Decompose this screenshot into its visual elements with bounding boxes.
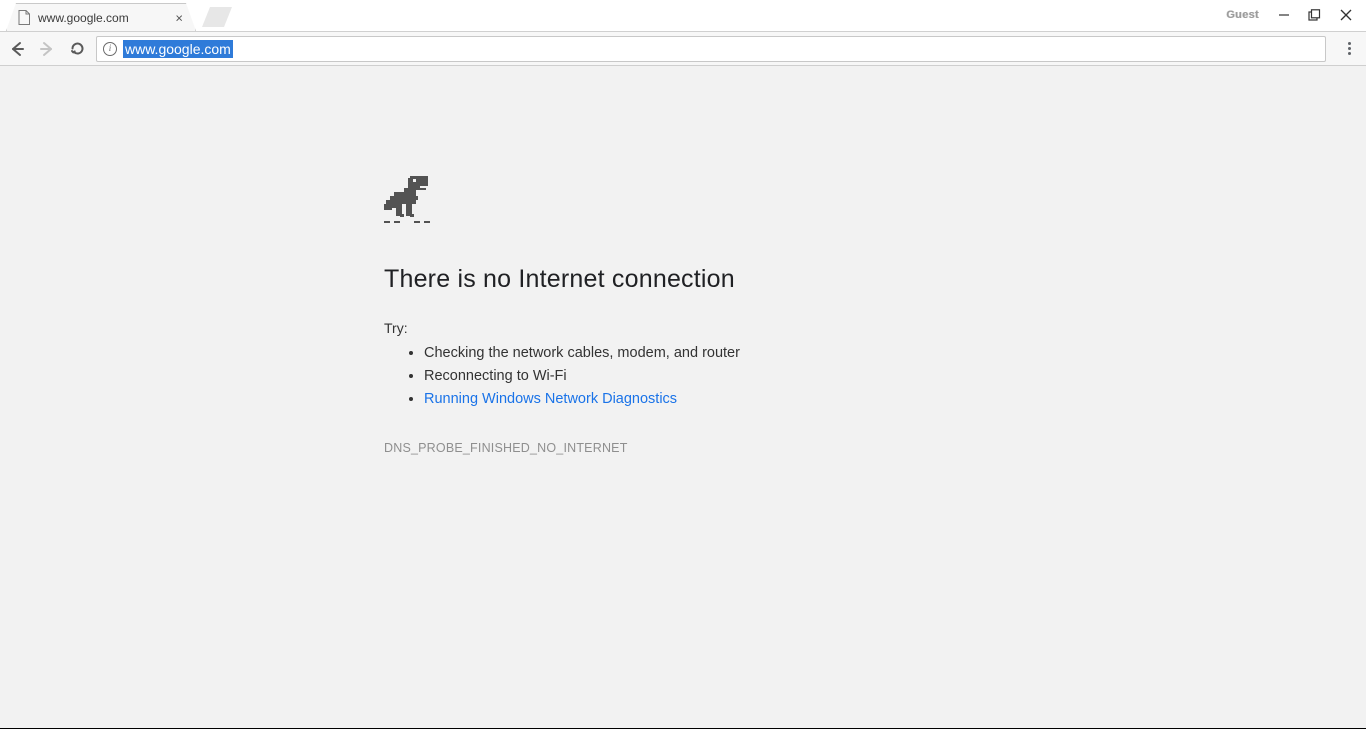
new-tab-button[interactable] (202, 7, 232, 27)
forward-button[interactable] (36, 38, 58, 60)
suggestion-item: Reconnecting to Wi-Fi (424, 365, 984, 388)
file-icon (17, 10, 31, 26)
diagnostics-link[interactable]: Running Windows Network Diagnostics (424, 391, 677, 407)
url-text: www.google.com (123, 41, 233, 57)
suggestion-list: Checking the network cables, modem, and … (384, 342, 984, 411)
minimize-button[interactable] (1277, 9, 1290, 22)
suggestion-item: Running Windows Network Diagnostics (424, 388, 984, 411)
guest-label: Guest (1226, 9, 1259, 21)
try-label: Try: (384, 320, 984, 336)
reload-button[interactable] (66, 38, 88, 60)
toolbar: i www.google.com (0, 32, 1366, 66)
tab-strip: www.google.com × Guest (0, 0, 1366, 32)
close-window-button[interactable] (1339, 9, 1352, 22)
offline-error-block: There is no Internet connection Try: Che… (384, 176, 984, 455)
site-info-icon[interactable]: i (103, 42, 117, 56)
dino-icon[interactable] (384, 176, 430, 226)
tab-active[interactable]: www.google.com × (6, 3, 196, 31)
url-selected: www.google.com (123, 40, 233, 58)
address-bar[interactable]: i www.google.com (96, 36, 1326, 62)
page-content: There is no Internet connection Try: Che… (0, 66, 1366, 728)
window-controls: Guest (1226, 0, 1366, 31)
close-tab-icon[interactable]: × (175, 10, 183, 25)
menu-button[interactable] (1338, 38, 1360, 60)
error-heading: There is no Internet connection (384, 265, 984, 294)
error-code: DNS_PROBE_FINISHED_NO_INTERNET (384, 441, 984, 455)
suggestion-item: Checking the network cables, modem, and … (424, 342, 984, 365)
maximize-button[interactable] (1308, 9, 1321, 22)
back-button[interactable] (6, 38, 28, 60)
tab-title: www.google.com (38, 11, 129, 25)
